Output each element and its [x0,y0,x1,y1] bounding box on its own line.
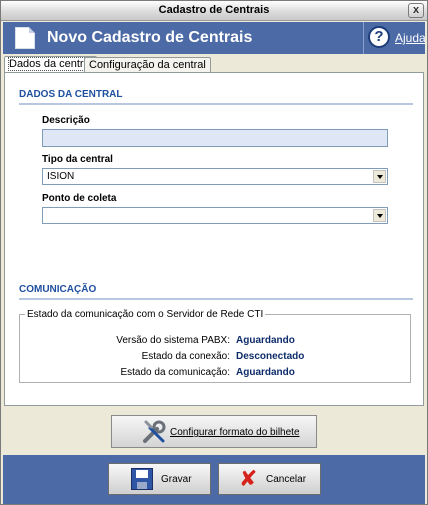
configure-ticket-format-button[interactable]: Configurar formato do bilhete [111,415,317,448]
pabx-version-label: Versão do sistema PABX: [116,335,230,346]
chevron-down-icon[interactable] [373,209,386,222]
descricao-label: Descrição [42,115,90,126]
tab-label: Configuração da central [89,59,206,71]
connection-state-label: Estado da conexão: [141,351,230,362]
tab-configuracao-da-central[interactable]: Configuração da central [84,57,211,73]
help-button[interactable]: ? Ajuda [363,22,426,54]
cadastro-window: Cadastro de Centrais x Novo Cadastro de … [0,0,428,505]
save-button-label: Gravar [161,474,192,485]
descricao-input[interactable] [42,129,388,147]
cancel-button-label: Cancelar [266,474,307,485]
tipo-central-select[interactable]: ISION [42,168,388,185]
connection-state-value: Desconectado [236,351,305,362]
help-label: Ajuda [395,31,426,45]
close-button[interactable]: x [408,3,424,18]
communication-status-group: Estado da comunicação com o Servidor de … [19,309,411,383]
ponto-coleta-label: Ponto de coleta [42,193,117,204]
chevron-down-icon[interactable] [373,170,386,183]
tab-label: Dados da central [7,57,94,71]
tipo-central-label: Tipo da central [42,154,113,165]
communication-state-label: Estado da comunicação: [120,367,230,378]
section-divider [19,298,413,300]
window-title: Cadastro de Centrais [158,4,270,16]
page-title: Novo Cadastro de Centrais [47,29,253,46]
help-icon: ? [368,26,390,48]
save-button[interactable]: Gravar [108,463,211,495]
configure-button-label: Configurar formato do bilhete [170,427,300,438]
title-bar[interactable]: Cadastro de Centrais x [1,1,427,21]
document-icon [15,27,35,49]
header-banner: Novo Cadastro de Centrais ? Ajuda [3,22,426,54]
pabx-version-value: Aguardando [236,335,295,346]
cancel-x-icon: ✘ [239,466,258,491]
section-divider [19,103,413,105]
communication-state-value: Aguardando [236,367,295,378]
section-title-comunicacao: COMUNICAÇÃO [19,284,97,295]
floppy-disk-icon [131,468,153,490]
footer-bar: Gravar ✘ Cancelar [3,455,425,504]
tools-icon [143,420,166,443]
group-title: Estado da comunicação com o Servidor de … [27,309,264,320]
ponto-coleta-select[interactable] [42,207,388,224]
tipo-central-value: ISION [47,171,75,182]
section-title-dados: DADOS DA CENTRAL [19,89,123,100]
tab-panel: DADOS DA CENTRAL Descrição Tipo da centr… [4,72,424,406]
cancel-button[interactable]: ✘ Cancelar [218,463,321,495]
